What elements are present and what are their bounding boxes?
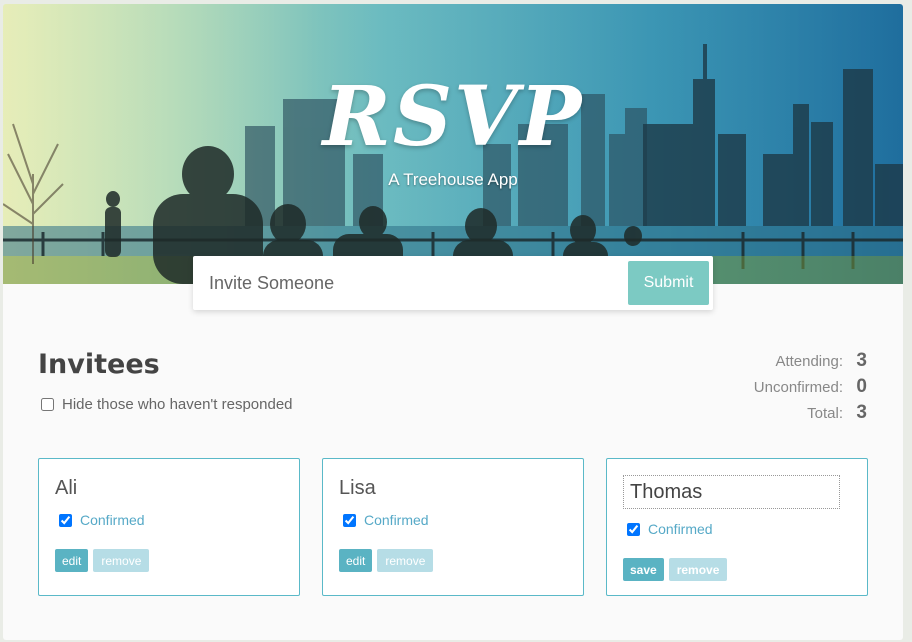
save-button[interactable]: save: [623, 558, 664, 581]
invitees-heading: Invitees: [38, 349, 160, 380]
confirmed-toggle[interactable]: Confirmed: [343, 512, 429, 528]
invitee-name: Ali: [55, 477, 78, 499]
card-actions: save remove: [623, 558, 728, 581]
rsvp-counter: Attending: 3 Unconfirmed: 0 Total: 3: [647, 350, 867, 428]
remove-button[interactable]: remove: [668, 558, 728, 581]
invitee-name-input[interactable]: [623, 475, 840, 509]
confirmed-checkbox[interactable]: [59, 513, 72, 527]
hide-unresponded-checkbox[interactable]: [41, 398, 54, 411]
app-subtitle: A Treehouse App: [388, 170, 518, 189]
header-banner: RSVP A Treehouse App: [3, 4, 903, 284]
invitee-card-editing: Confirmed save remove: [606, 458, 868, 596]
card-actions: edit remove: [55, 549, 150, 572]
invitee-card: Ali Confirmed edit remove: [38, 458, 300, 596]
counter-unconfirmed-label: Unconfirmed:: [753, 379, 843, 396]
confirmed-checkbox[interactable]: [627, 522, 640, 536]
app-container: RSVP A Treehouse App Submit Invitees Hid…: [3, 4, 903, 640]
counter-unconfirmed-value: 0: [856, 376, 867, 397]
confirmed-toggle[interactable]: Confirmed: [627, 521, 713, 537]
confirmed-label: Confirmed: [80, 512, 145, 528]
remove-button[interactable]: remove: [93, 549, 150, 572]
confirmed-label: Confirmed: [648, 521, 713, 537]
invite-form: Submit: [193, 256, 713, 310]
app-title: RSVP: [322, 69, 584, 165]
invitee-name: Lisa: [339, 477, 376, 499]
counter-attending-label: Attending:: [775, 353, 843, 370]
hide-unresponded-label: Hide those who haven't responded: [62, 396, 293, 413]
confirmed-checkbox[interactable]: [343, 513, 356, 527]
invitee-card: Lisa Confirmed edit remove: [322, 458, 584, 596]
counter-attending: Attending: 3: [647, 350, 867, 376]
edit-button[interactable]: edit: [55, 549, 89, 572]
hide-unresponded-filter[interactable]: Hide those who haven't responded: [41, 396, 293, 413]
confirmed-toggle[interactable]: Confirmed: [59, 512, 145, 528]
card-actions: edit remove: [339, 549, 434, 572]
invite-input[interactable]: [193, 256, 623, 310]
counter-total: Total: 3: [647, 402, 867, 428]
counter-attending-value: 3: [856, 350, 867, 371]
confirmed-label: Confirmed: [364, 512, 429, 528]
submit-button[interactable]: Submit: [628, 261, 709, 305]
edit-button[interactable]: edit: [339, 549, 373, 572]
remove-button[interactable]: remove: [377, 549, 434, 572]
counter-unconfirmed: Unconfirmed: 0: [647, 376, 867, 402]
counter-total-value: 3: [856, 402, 867, 423]
counter-total-label: Total:: [807, 405, 843, 422]
